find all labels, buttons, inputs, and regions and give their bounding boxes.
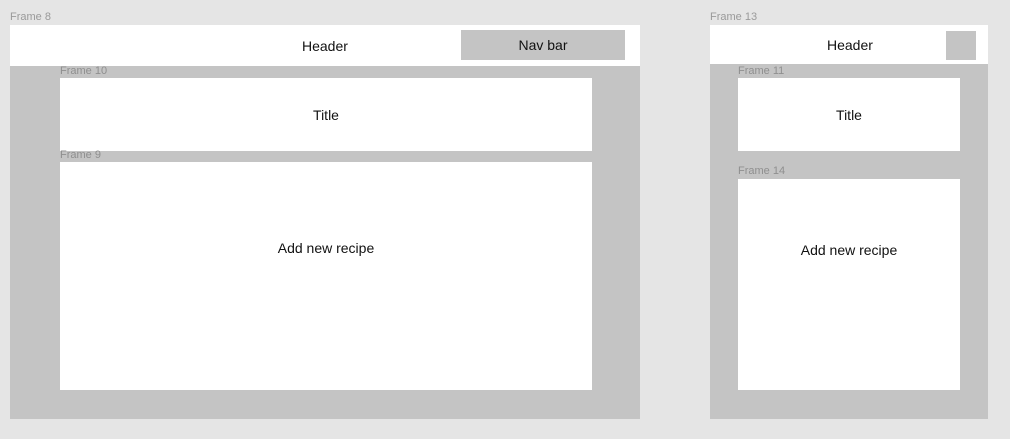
desktop-nav-bar[interactable]: Nav bar [461, 30, 625, 60]
mobile-add-recipe-frame[interactable]: Add new recipe [738, 179, 960, 390]
desktop-content-frame-label: Frame 9 [60, 149, 101, 161]
mobile-nav-button[interactable] [946, 31, 976, 60]
desktop-title-frame-label: Frame 10 [60, 65, 108, 77]
mobile-add-recipe-label: Add new recipe [800, 241, 898, 258]
desktop-title-frame[interactable]: Title [60, 78, 592, 151]
mobile-title-label: Title [836, 106, 862, 123]
desktop-nav-bar-label: Nav bar [518, 37, 568, 53]
mobile-header[interactable]: Header [710, 25, 988, 64]
desktop-frame-label: Frame 8 [10, 11, 51, 23]
mobile-title-frame[interactable]: Title [738, 78, 960, 151]
desktop-add-recipe-label: Add new recipe [277, 240, 375, 256]
mobile-header-label: Header [827, 37, 873, 53]
desktop-title-label: Title [313, 106, 339, 123]
desktop-header[interactable]: Header Nav bar [10, 25, 640, 66]
mobile-frame-label: Frame 13 [710, 11, 758, 23]
mobile-title-frame-label: Frame 11 [738, 65, 785, 77]
desktop-header-label: Header [302, 38, 348, 54]
mobile-content-frame-label: Frame 14 [738, 165, 786, 177]
desktop-add-recipe-frame[interactable]: Add new recipe [60, 162, 592, 390]
